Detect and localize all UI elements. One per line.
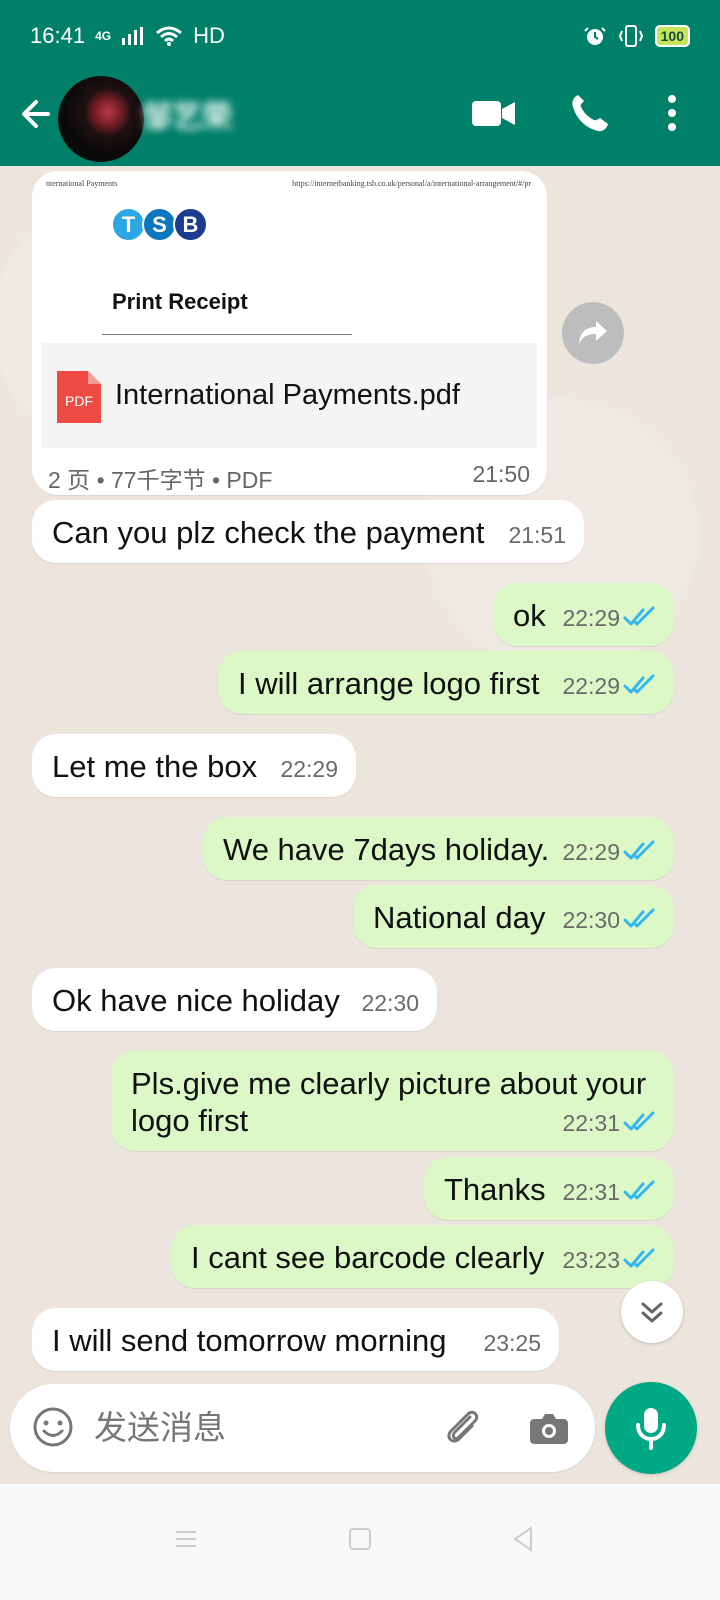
message-time: 22:31 bbox=[562, 1110, 620, 1136]
video-call-icon[interactable] bbox=[470, 89, 518, 137]
message-text: I will send tomorrow morning bbox=[52, 1323, 447, 1358]
message-text: National day bbox=[373, 900, 546, 935]
wifi-label: HD bbox=[193, 23, 225, 48]
status-left: 16:41 4G HD bbox=[30, 23, 225, 49]
message-time: 22:30 bbox=[361, 990, 419, 1016]
message-time: 22:30 bbox=[562, 907, 620, 933]
message-text: I cant see barcode clearly bbox=[191, 1240, 545, 1275]
camera-icon[interactable] bbox=[526, 1404, 572, 1450]
chat-header: 邹艺荣 bbox=[0, 72, 720, 166]
status-right: 100 bbox=[583, 24, 690, 48]
message-time: 22:31 bbox=[562, 1179, 620, 1205]
message-bubble-outgoing[interactable]: Thanks 22:31 bbox=[424, 1157, 674, 1220]
tsb-logo: T S B bbox=[111, 207, 208, 242]
home-nav-icon[interactable] bbox=[342, 1521, 378, 1557]
message-time: 23:25 bbox=[483, 1330, 541, 1356]
app-top-bar: 16:41 4G HD 100 邹艺荣 bbox=[0, 0, 720, 166]
phone-icon[interactable] bbox=[566, 89, 614, 137]
message-time: 23:23 bbox=[562, 1247, 620, 1273]
message-time: 21:51 bbox=[508, 522, 566, 548]
pdf-preview-divider bbox=[102, 334, 352, 335]
message-bubble-outgoing[interactable]: We have 7days holiday. 22:29 bbox=[203, 817, 674, 880]
message-text: Ok have nice holiday bbox=[52, 983, 340, 1018]
back-nav-icon[interactable] bbox=[506, 1521, 542, 1557]
more-vertical-icon[interactable] bbox=[648, 89, 696, 137]
forward-button[interactable] bbox=[562, 302, 624, 364]
back-arrow-icon[interactable] bbox=[18, 94, 54, 134]
message-text: ok bbox=[513, 598, 546, 633]
message-bubble-incoming[interactable]: Let me the box 22:29 bbox=[32, 734, 356, 797]
emoji-icon[interactable] bbox=[30, 1404, 76, 1450]
message-bubble-outgoing[interactable]: National day 22:30 bbox=[353, 885, 674, 948]
pdf-file-meta: 2 页 • 77千字节 • PDF bbox=[48, 467, 273, 493]
pdf-preview[interactable]: nternational Payments https://internetba… bbox=[32, 171, 547, 343]
contact-name[interactable]: 邹艺荣 bbox=[142, 92, 297, 134]
read-receipt-icon bbox=[623, 1248, 655, 1268]
message-text: I will arrange logo first bbox=[238, 666, 540, 701]
message-time: 22:29 bbox=[562, 839, 620, 865]
message-composer bbox=[10, 1384, 595, 1472]
read-receipt-icon bbox=[623, 1111, 655, 1131]
message-bubble-outgoing[interactable]: Pls.give me clearly picture about your l… bbox=[111, 1051, 674, 1151]
message-time: 22:29 bbox=[280, 756, 338, 782]
pdf-message-time: 21:50 bbox=[472, 461, 530, 487]
battery-icon: 100 bbox=[654, 25, 690, 47]
message-bubble-incoming[interactable]: Can you plz check the payment 21:51 bbox=[32, 500, 584, 563]
message-bubble-incoming[interactable]: I will send tomorrow morning 23:25 bbox=[32, 1308, 559, 1371]
pdf-file-name: International Payments.pdf bbox=[115, 379, 460, 411]
read-receipt-icon bbox=[623, 674, 655, 694]
network-label: 4G bbox=[95, 29, 112, 43]
pdf-message-card[interactable]: nternational Payments https://internetba… bbox=[32, 171, 547, 495]
pdf-file-row[interactable]: PDF International Payments.pdf bbox=[41, 343, 537, 448]
double-chevron-down-icon bbox=[641, 1302, 663, 1323]
wifi-icon bbox=[156, 26, 183, 46]
read-receipt-icon bbox=[623, 908, 655, 928]
scroll-to-bottom-button[interactable] bbox=[621, 1281, 683, 1343]
android-navigation-bar bbox=[0, 1484, 720, 1600]
message-bubble-incoming[interactable]: Ok have nice holiday 22:30 bbox=[32, 968, 437, 1031]
read-receipt-icon bbox=[623, 606, 655, 626]
read-receipt-icon bbox=[623, 840, 655, 860]
message-text: Thanks bbox=[444, 1172, 546, 1207]
message-text: We have 7days holiday. bbox=[223, 832, 550, 867]
forward-icon bbox=[579, 321, 607, 344]
microphone-icon bbox=[636, 1408, 666, 1450]
status-time: 16:41 bbox=[30, 23, 86, 48]
pdf-file-icon: PDF bbox=[57, 371, 101, 423]
contact-avatar[interactable] bbox=[58, 76, 144, 162]
message-text: Let me the box bbox=[52, 749, 258, 784]
message-bubble-outgoing[interactable]: I will arrange logo first 22:29 bbox=[218, 651, 674, 714]
pdf-file-icon-label: PDF bbox=[65, 393, 93, 409]
status-bar: 16:41 4G HD 100 bbox=[0, 0, 720, 72]
alarm-icon bbox=[583, 27, 606, 45]
microphone-button[interactable] bbox=[605, 1382, 697, 1474]
message-bubble-outgoing[interactable]: I cant see barcode clearly 23:23 bbox=[171, 1225, 674, 1288]
pdf-preview-url: https://internetbanking.tsb.co.uk/person… bbox=[292, 179, 531, 188]
signal-icon bbox=[122, 27, 144, 45]
read-receipt-icon bbox=[623, 1180, 655, 1200]
message-bubble-outgoing[interactable]: ok 22:29 bbox=[493, 583, 674, 646]
tsb-logo-b: B bbox=[173, 207, 208, 242]
pdf-preview-heading: Print Receipt bbox=[112, 289, 248, 314]
vibrate-icon bbox=[618, 25, 643, 47]
tsb-logo-t: T bbox=[111, 207, 146, 242]
message-time: 22:29 bbox=[562, 605, 620, 631]
message-time: 22:29 bbox=[562, 673, 620, 699]
pdf-preview-page-title: nternational Payments bbox=[46, 179, 118, 188]
tsb-logo-s: S bbox=[142, 207, 177, 242]
message-text: Can you plz check the payment bbox=[52, 515, 485, 550]
menu-nav-icon[interactable] bbox=[168, 1521, 204, 1557]
message-input[interactable] bbox=[94, 1404, 404, 1450]
attachment-icon[interactable] bbox=[440, 1404, 486, 1450]
